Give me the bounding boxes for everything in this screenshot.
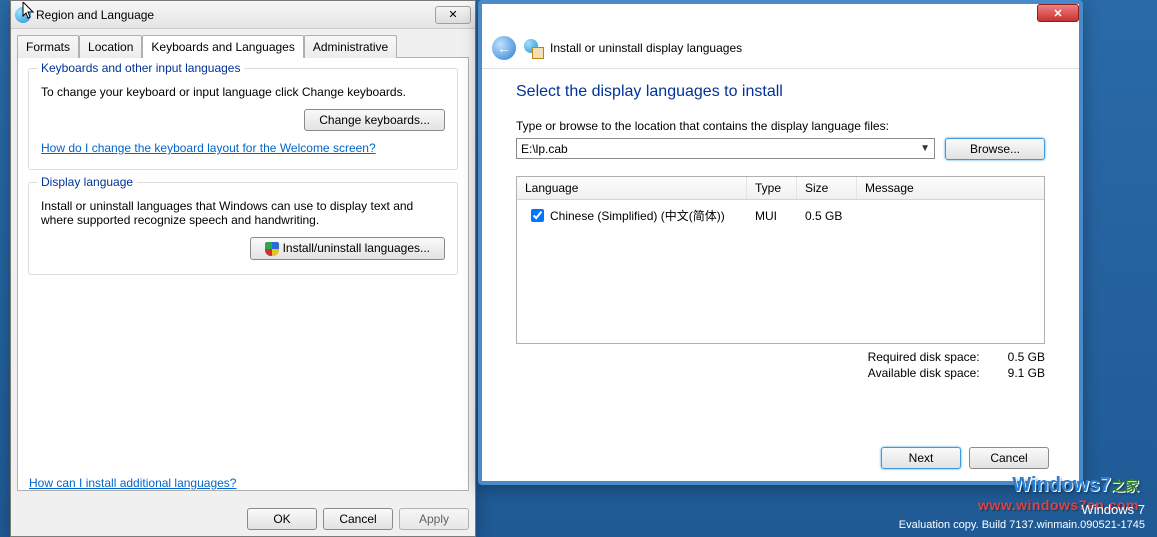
path-value: E:\lp.cab bbox=[521, 142, 568, 156]
group-text: Install or uninstall languages that Wind… bbox=[41, 199, 445, 227]
row-size: 0.5 GB bbox=[797, 205, 857, 227]
wizard-title: Select the display languages to install bbox=[516, 83, 1045, 101]
keyboards-group: Keyboards and other input languages To c… bbox=[28, 68, 458, 170]
col-size[interactable]: Size bbox=[797, 177, 857, 199]
cancel-button[interactable]: Cancel bbox=[969, 447, 1049, 469]
group-title: Keyboards and other input languages bbox=[37, 61, 244, 75]
display-language-group: Display language Install or uninstall la… bbox=[28, 182, 458, 275]
shield-icon bbox=[265, 242, 279, 256]
dialog-title: Region and Language bbox=[36, 8, 154, 22]
row-language: Chinese (Simplified) (中文(简体)) bbox=[550, 207, 725, 224]
change-keyboards-button[interactable]: Change keyboards... bbox=[304, 109, 445, 131]
available-label: Available disk space: bbox=[868, 366, 980, 380]
next-button[interactable]: Next bbox=[881, 447, 961, 469]
language-listview: Language Type Size Message Chinese (Simp… bbox=[516, 176, 1045, 344]
logo-suffix: 之家 bbox=[1111, 478, 1139, 494]
install-uninstall-languages-button[interactable]: Install/uninstall languages... bbox=[250, 237, 445, 260]
row-checkbox[interactable] bbox=[531, 209, 544, 222]
col-type[interactable]: Type bbox=[747, 177, 797, 199]
globe-icon bbox=[524, 39, 538, 53]
group-title: Display language bbox=[37, 175, 137, 189]
wizard-header: ← Install or uninstall display languages bbox=[482, 28, 1079, 69]
group-text: To change your keyboard or input languag… bbox=[41, 85, 445, 99]
logo-text: Windows7 bbox=[1012, 474, 1111, 496]
cancel-button[interactable]: Cancel bbox=[323, 508, 393, 530]
globe-icon bbox=[15, 7, 31, 23]
install-language-icon bbox=[524, 39, 542, 57]
list-row[interactable]: Chinese (Simplified) (中文(简体)) MUI 0.5 GB bbox=[517, 200, 1044, 231]
path-row: E:\lp.cab ▼ Browse... bbox=[516, 138, 1045, 160]
titlebar: ✕ bbox=[482, 4, 1079, 28]
required-value: 0.5 GB bbox=[1008, 350, 1045, 364]
tab-formats[interactable]: Formats bbox=[17, 35, 79, 58]
dialog-footer: OK Cancel Apply bbox=[17, 508, 469, 530]
install-additional-languages-link[interactable]: How can I install additional languages? bbox=[29, 476, 236, 490]
path-dropdown[interactable]: E:\lp.cab ▼ bbox=[516, 138, 935, 159]
windows7-logo: Windows7之家 bbox=[1012, 474, 1139, 497]
arrow-left-icon: ← bbox=[497, 40, 511, 56]
col-language[interactable]: Language bbox=[517, 177, 747, 199]
browse-label: Type or browse to the location that cont… bbox=[516, 119, 1045, 133]
required-label: Required disk space: bbox=[868, 350, 980, 364]
button-label: Install/uninstall languages... bbox=[283, 241, 430, 255]
close-button[interactable]: ✕ bbox=[435, 6, 471, 24]
install-languages-wizard: ✕ ← Install or uninstall display languag… bbox=[478, 0, 1083, 485]
close-icon: ✕ bbox=[448, 8, 457, 21]
apply-button[interactable]: Apply bbox=[399, 508, 469, 530]
region-language-dialog: Region and Language ✕ Formats Location K… bbox=[10, 0, 476, 537]
tab-administrative[interactable]: Administrative bbox=[304, 35, 397, 58]
disk-info: Required disk space: 0.5 GB Available di… bbox=[516, 350, 1045, 380]
desktop-build-text: Windows 7 Evaluation copy. Build 7137.wi… bbox=[899, 501, 1145, 533]
close-button[interactable]: ✕ bbox=[1037, 4, 1079, 22]
wizard-footer: Next Cancel bbox=[881, 447, 1049, 469]
os-brand: Windows 7 bbox=[899, 501, 1145, 519]
row-type: MUI bbox=[747, 205, 797, 227]
welcome-screen-link[interactable]: How do I change the keyboard layout for … bbox=[41, 141, 376, 155]
chevron-down-icon: ▼ bbox=[920, 143, 930, 154]
available-value: 9.1 GB bbox=[1008, 366, 1045, 380]
tab-keyboards-languages[interactable]: Keyboards and Languages bbox=[142, 35, 303, 58]
close-icon: ✕ bbox=[1053, 7, 1062, 20]
row-message bbox=[857, 212, 1044, 220]
tab-location[interactable]: Location bbox=[79, 35, 142, 58]
tab-body: Keyboards and other input languages To c… bbox=[17, 57, 469, 491]
ok-button[interactable]: OK bbox=[247, 508, 317, 530]
col-message[interactable]: Message bbox=[857, 177, 1044, 199]
back-button[interactable]: ← bbox=[492, 36, 516, 60]
build-line: Evaluation copy. Build 7137.winmain.0905… bbox=[899, 518, 1145, 533]
wizard-header-title: Install or uninstall display languages bbox=[550, 41, 742, 55]
titlebar: Region and Language ✕ bbox=[11, 1, 475, 29]
tab-strip: Formats Location Keyboards and Languages… bbox=[11, 29, 475, 58]
wizard-body: Select the display languages to install … bbox=[482, 69, 1079, 394]
listview-header: Language Type Size Message bbox=[517, 177, 1044, 200]
browse-button[interactable]: Browse... bbox=[945, 138, 1045, 160]
